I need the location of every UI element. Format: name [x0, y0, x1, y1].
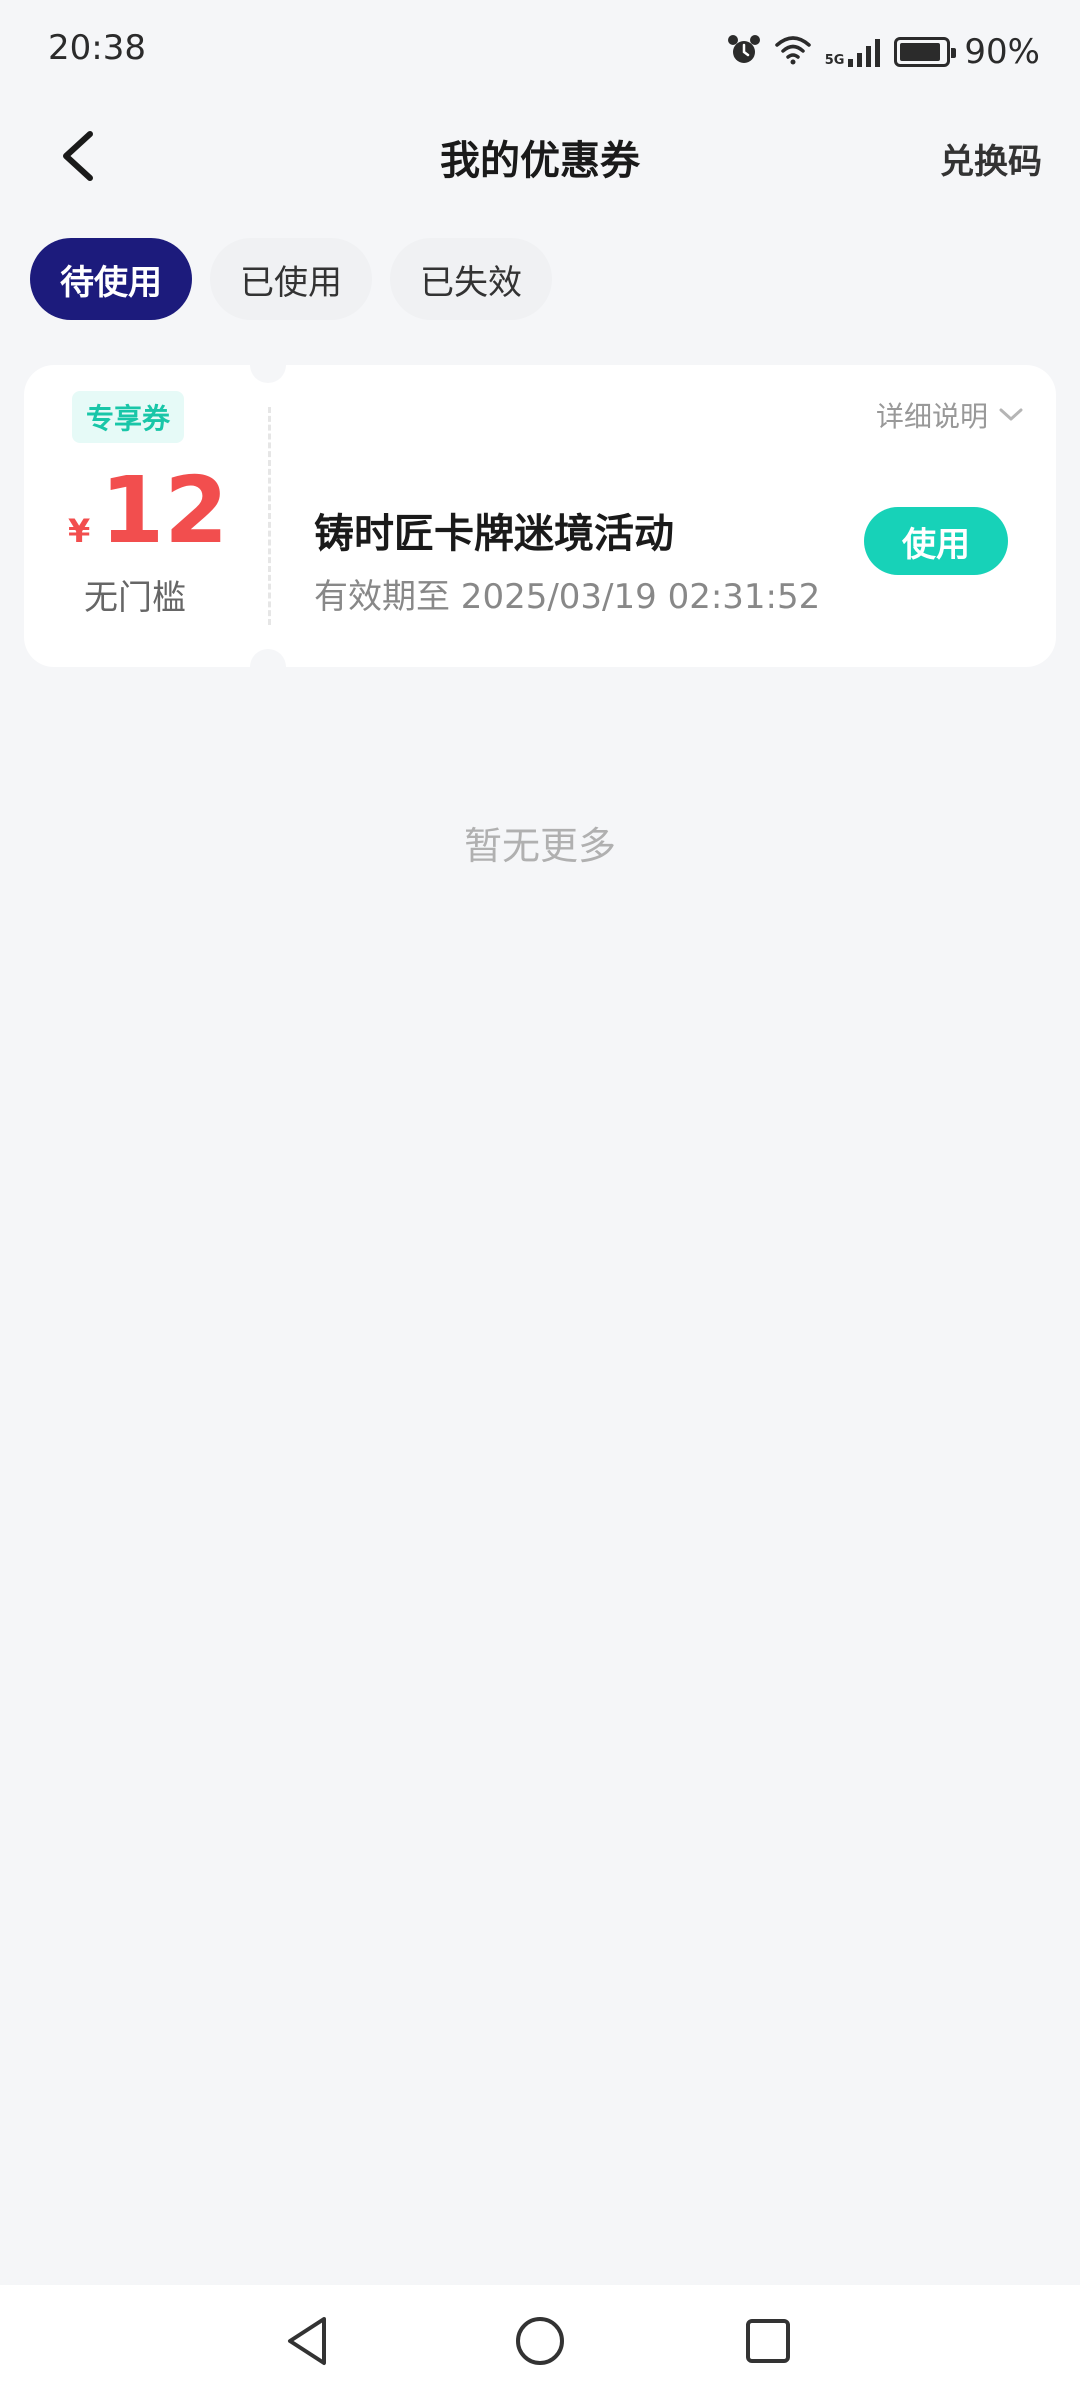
battery-icon — [894, 37, 957, 67]
battery-percent: 90% — [964, 32, 1040, 72]
redeem-code-button[interactable]: 兑换码 — [940, 134, 1042, 183]
system-nav-bar — [0, 2285, 1080, 2400]
tab-unused[interactable]: 待使用 — [30, 238, 192, 320]
amount-value: 12 — [100, 457, 229, 564]
triangle-back-icon — [288, 2317, 326, 2365]
battery-fill — [900, 43, 941, 61]
header: 我的优惠券 兑换码 — [0, 110, 1080, 200]
no-more-text: 暂无更多 — [463, 824, 616, 868]
chevron-down-icon — [999, 408, 1023, 421]
coupon-expiry: 有效期至 2025/03/19 02:31:52 — [314, 577, 821, 617]
square-recents-icon — [746, 2319, 790, 2363]
page-title: 我的优惠券 — [440, 138, 640, 184]
status-icons: 5G 90% — [727, 30, 1040, 74]
use-button[interactable]: 使用 — [864, 507, 1008, 575]
coupon-value-section: 专享券 ¥ 12 无门槛 — [24, 365, 268, 667]
coupon-amount: ¥ 12 — [68, 465, 228, 557]
coupon-card: 专享券 ¥ 12 无门槛 详细说明 铸时匠卡牌迷境活动 有效期至 2025/03… — [24, 347, 1056, 685]
network-label: 5G — [824, 53, 845, 68]
circle-home-icon — [516, 2317, 564, 2365]
details-button[interactable]: 详细说明 — [876, 395, 1024, 435]
nav-home-button[interactable] — [510, 2311, 570, 2371]
coupon-threshold: 无门槛 — [84, 578, 186, 618]
screen: 20:38 5G 90% 我的优惠券 兑换码 待使用 已使用 已失效 专享券 ¥… — [0, 0, 1080, 2400]
status-time: 20:38 — [48, 28, 146, 68]
coupon-divider — [268, 407, 271, 625]
tab-expired[interactable]: 已失效 — [390, 238, 552, 320]
wifi-icon — [774, 35, 811, 69]
currency-symbol: ¥ — [68, 512, 91, 550]
alarm-icon — [727, 33, 761, 71]
coupon-title: 铸时匠卡牌迷境活动 — [314, 511, 674, 557]
status-bar: 20:38 5G 90% — [0, 0, 1080, 100]
details-label: 详细说明 — [875, 400, 988, 433]
coupon-tabs: 待使用 已使用 已失效 — [30, 238, 552, 320]
signal-icon: 5G — [825, 37, 881, 67]
tab-used[interactable]: 已使用 — [210, 238, 372, 320]
nav-back-button[interactable] — [278, 2311, 338, 2371]
coupon-tag: 专享券 — [72, 391, 185, 443]
nav-recents-button[interactable] — [738, 2311, 798, 2371]
